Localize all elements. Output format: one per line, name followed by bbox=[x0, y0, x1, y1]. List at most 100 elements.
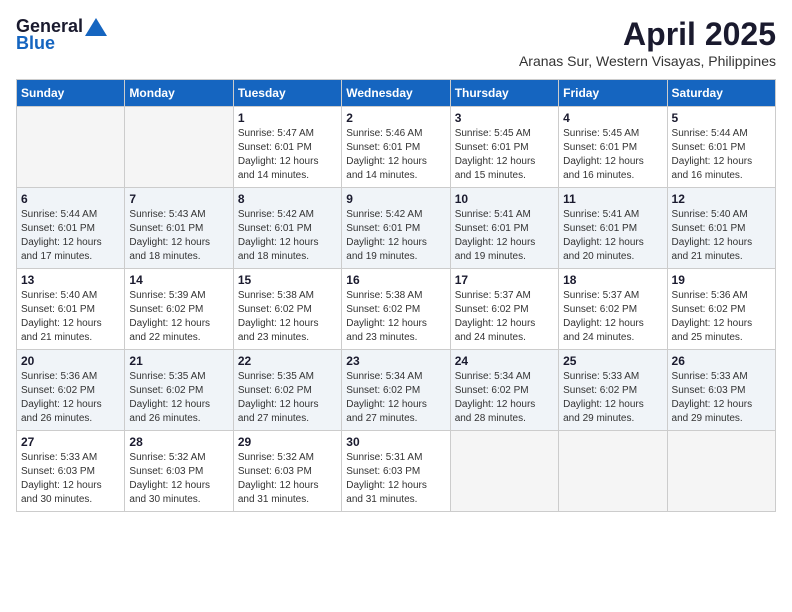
weekday-header-saturday: Saturday bbox=[667, 80, 775, 107]
day-number: 1 bbox=[238, 111, 337, 125]
day-info: Sunrise: 5:45 AM Sunset: 6:01 PM Dayligh… bbox=[455, 127, 554, 183]
day-info: Sunrise: 5:42 AM Sunset: 6:01 PM Dayligh… bbox=[238, 208, 337, 264]
day-number: 20 bbox=[21, 354, 120, 368]
day-number: 26 bbox=[672, 354, 771, 368]
subtitle: Aranas Sur, Western Visayas, Philippines bbox=[519, 53, 776, 69]
day-number: 29 bbox=[238, 435, 337, 449]
day-info: Sunrise: 5:37 AM Sunset: 6:02 PM Dayligh… bbox=[563, 289, 662, 345]
calendar-day-6: 6Sunrise: 5:44 AM Sunset: 6:01 PM Daylig… bbox=[17, 188, 125, 269]
day-info: Sunrise: 5:35 AM Sunset: 6:02 PM Dayligh… bbox=[129, 370, 228, 426]
day-info: Sunrise: 5:40 AM Sunset: 6:01 PM Dayligh… bbox=[21, 289, 120, 345]
day-number: 8 bbox=[238, 192, 337, 206]
day-info: Sunrise: 5:44 AM Sunset: 6:01 PM Dayligh… bbox=[21, 208, 120, 264]
weekday-header-tuesday: Tuesday bbox=[233, 80, 341, 107]
day-info: Sunrise: 5:32 AM Sunset: 6:03 PM Dayligh… bbox=[129, 451, 228, 507]
calendar-day-empty bbox=[125, 107, 233, 188]
calendar-day-28: 28 Sunrise: 5:32 AM Sunset: 6:03 PM Dayli… bbox=[125, 431, 233, 512]
calendar-day-5: 5 Sunrise: 5:44 AM Sunset: 6:01 PM Daylig… bbox=[667, 107, 775, 188]
calendar-day-8: 8 Sunrise: 5:42 AM Sunset: 6:01 PM Daylig… bbox=[233, 188, 341, 269]
day-number: 14 bbox=[129, 273, 228, 287]
day-info: Sunrise: 5:34 AM Sunset: 6:02 PM Dayligh… bbox=[346, 370, 445, 426]
day-number: 25 bbox=[563, 354, 662, 368]
calendar-day-14: 14 Sunrise: 5:39 AM Sunset: 6:02 PM Dayli… bbox=[125, 269, 233, 350]
day-number: 2 bbox=[346, 111, 445, 125]
calendar-day-3: 3 Sunrise: 5:45 AM Sunset: 6:01 PM Daylig… bbox=[450, 107, 558, 188]
calendar-day-22: 22Sunrise: 5:35 AM Sunset: 6:02 PM Dayli… bbox=[233, 350, 341, 431]
day-number: 10 bbox=[455, 192, 554, 206]
calendar-day-empty bbox=[667, 431, 775, 512]
calendar-day-empty bbox=[559, 431, 667, 512]
calendar-day-24: 24 Sunrise: 5:34 AM Sunset: 6:02 PM Dayli… bbox=[450, 350, 558, 431]
day-info: Sunrise: 5:37 AM Sunset: 6:02 PM Dayligh… bbox=[455, 289, 554, 345]
day-number: 30 bbox=[346, 435, 445, 449]
day-number: 5 bbox=[672, 111, 771, 125]
day-number: 4 bbox=[563, 111, 662, 125]
day-info: Sunrise: 5:38 AM Sunset: 6:02 PM Dayligh… bbox=[346, 289, 445, 345]
day-number: 3 bbox=[455, 111, 554, 125]
day-info: Sunrise: 5:42 AM Sunset: 6:01 PM Dayligh… bbox=[346, 208, 445, 264]
calendar-day-30: 30 Sunrise: 5:31 AM Sunset: 6:03 PM Dayli… bbox=[342, 431, 450, 512]
day-info: Sunrise: 5:39 AM Sunset: 6:02 PM Dayligh… bbox=[129, 289, 228, 345]
logo-icon bbox=[85, 18, 107, 36]
calendar-day-11: 11 Sunrise: 5:41 AM Sunset: 6:01 PM Dayli… bbox=[559, 188, 667, 269]
day-info: Sunrise: 5:33 AM Sunset: 6:03 PM Dayligh… bbox=[672, 370, 771, 426]
calendar-day-16: 16Sunrise: 5:38 AM Sunset: 6:02 PM Dayli… bbox=[342, 269, 450, 350]
calendar-day-26: 26 Sunrise: 5:33 AM Sunset: 6:03 PM Dayli… bbox=[667, 350, 775, 431]
weekday-header-thursday: Thursday bbox=[450, 80, 558, 107]
calendar-day-18: 18Sunrise: 5:37 AM Sunset: 6:02 PM Dayli… bbox=[559, 269, 667, 350]
month-title: April 2025 bbox=[519, 16, 776, 53]
calendar-day-2: 2 Sunrise: 5:46 AM Sunset: 6:01 PM Daylig… bbox=[342, 107, 450, 188]
calendar-day-15: 15Sunrise: 5:38 AM Sunset: 6:02 PM Dayli… bbox=[233, 269, 341, 350]
calendar-day-29: 29Sunrise: 5:32 AM Sunset: 6:03 PM Dayli… bbox=[233, 431, 341, 512]
day-info: Sunrise: 5:33 AM Sunset: 6:02 PM Dayligh… bbox=[563, 370, 662, 426]
day-info: Sunrise: 5:33 AM Sunset: 6:03 PM Dayligh… bbox=[21, 451, 120, 507]
calendar-day-17: 17 Sunrise: 5:37 AM Sunset: 6:02 PM Dayli… bbox=[450, 269, 558, 350]
day-info: Sunrise: 5:45 AM Sunset: 6:01 PM Dayligh… bbox=[563, 127, 662, 183]
day-number: 27 bbox=[21, 435, 120, 449]
day-info: Sunrise: 5:43 AM Sunset: 6:01 PM Dayligh… bbox=[129, 208, 228, 264]
day-info: Sunrise: 5:35 AM Sunset: 6:02 PM Dayligh… bbox=[238, 370, 337, 426]
calendar-day-7: 7 Sunrise: 5:43 AM Sunset: 6:01 PM Daylig… bbox=[125, 188, 233, 269]
day-number: 19 bbox=[672, 273, 771, 287]
day-info: Sunrise: 5:40 AM Sunset: 6:01 PM Dayligh… bbox=[672, 208, 771, 264]
calendar-day-23: 23 Sunrise: 5:34 AM Sunset: 6:02 PM Dayli… bbox=[342, 350, 450, 431]
day-info: Sunrise: 5:41 AM Sunset: 6:01 PM Dayligh… bbox=[563, 208, 662, 264]
calendar-day-25: 25 Sunrise: 5:33 AM Sunset: 6:02 PM Dayli… bbox=[559, 350, 667, 431]
day-number: 13 bbox=[21, 273, 120, 287]
calendar-day-1: 1 Sunrise: 5:47 AM Sunset: 6:01 PM Daylig… bbox=[233, 107, 341, 188]
day-number: 21 bbox=[129, 354, 228, 368]
calendar-body: 1 Sunrise: 5:47 AM Sunset: 6:01 PM Daylig… bbox=[17, 107, 776, 512]
calendar-day-4: 4 Sunrise: 5:45 AM Sunset: 6:01 PM Daylig… bbox=[559, 107, 667, 188]
calendar-week-5: 27 Sunrise: 5:33 AM Sunset: 6:03 PM Dayli… bbox=[17, 431, 776, 512]
day-info: Sunrise: 5:34 AM Sunset: 6:02 PM Dayligh… bbox=[455, 370, 554, 426]
calendar-day-12: 12 Sunrise: 5:40 AM Sunset: 6:01 PM Dayli… bbox=[667, 188, 775, 269]
day-number: 12 bbox=[672, 192, 771, 206]
day-number: 28 bbox=[129, 435, 228, 449]
calendar-day-21: 21 Sunrise: 5:35 AM Sunset: 6:02 PM Dayli… bbox=[125, 350, 233, 431]
calendar-day-9: 9Sunrise: 5:42 AM Sunset: 6:01 PM Daylig… bbox=[342, 188, 450, 269]
logo: General Blue bbox=[16, 16, 107, 54]
calendar-day-20: 20 Sunrise: 5:36 AM Sunset: 6:02 PM Dayli… bbox=[17, 350, 125, 431]
day-number: 23 bbox=[346, 354, 445, 368]
day-info: Sunrise: 5:31 AM Sunset: 6:03 PM Dayligh… bbox=[346, 451, 445, 507]
page-header: General Blue April 2025 Aranas Sur, West… bbox=[16, 16, 776, 69]
calendar-day-13: 13 Sunrise: 5:40 AM Sunset: 6:01 PM Dayli… bbox=[17, 269, 125, 350]
calendar-week-1: 1 Sunrise: 5:47 AM Sunset: 6:01 PM Daylig… bbox=[17, 107, 776, 188]
day-info: Sunrise: 5:46 AM Sunset: 6:01 PM Dayligh… bbox=[346, 127, 445, 183]
day-number: 7 bbox=[129, 192, 228, 206]
weekday-header-friday: Friday bbox=[559, 80, 667, 107]
calendar-week-2: 6Sunrise: 5:44 AM Sunset: 6:01 PM Daylig… bbox=[17, 188, 776, 269]
day-info: Sunrise: 5:36 AM Sunset: 6:02 PM Dayligh… bbox=[21, 370, 120, 426]
day-info: Sunrise: 5:44 AM Sunset: 6:01 PM Dayligh… bbox=[672, 127, 771, 183]
weekday-header-monday: Monday bbox=[125, 80, 233, 107]
day-info: Sunrise: 5:41 AM Sunset: 6:01 PM Dayligh… bbox=[455, 208, 554, 264]
title-block: April 2025 Aranas Sur, Western Visayas, … bbox=[519, 16, 776, 69]
day-number: 17 bbox=[455, 273, 554, 287]
weekday-header-wednesday: Wednesday bbox=[342, 80, 450, 107]
day-info: Sunrise: 5:36 AM Sunset: 6:02 PM Dayligh… bbox=[672, 289, 771, 345]
calendar-table: SundayMondayTuesdayWednesdayThursdayFrid… bbox=[16, 79, 776, 512]
day-number: 11 bbox=[563, 192, 662, 206]
day-info: Sunrise: 5:47 AM Sunset: 6:01 PM Dayligh… bbox=[238, 127, 337, 183]
calendar-day-27: 27 Sunrise: 5:33 AM Sunset: 6:03 PM Dayli… bbox=[17, 431, 125, 512]
day-number: 24 bbox=[455, 354, 554, 368]
